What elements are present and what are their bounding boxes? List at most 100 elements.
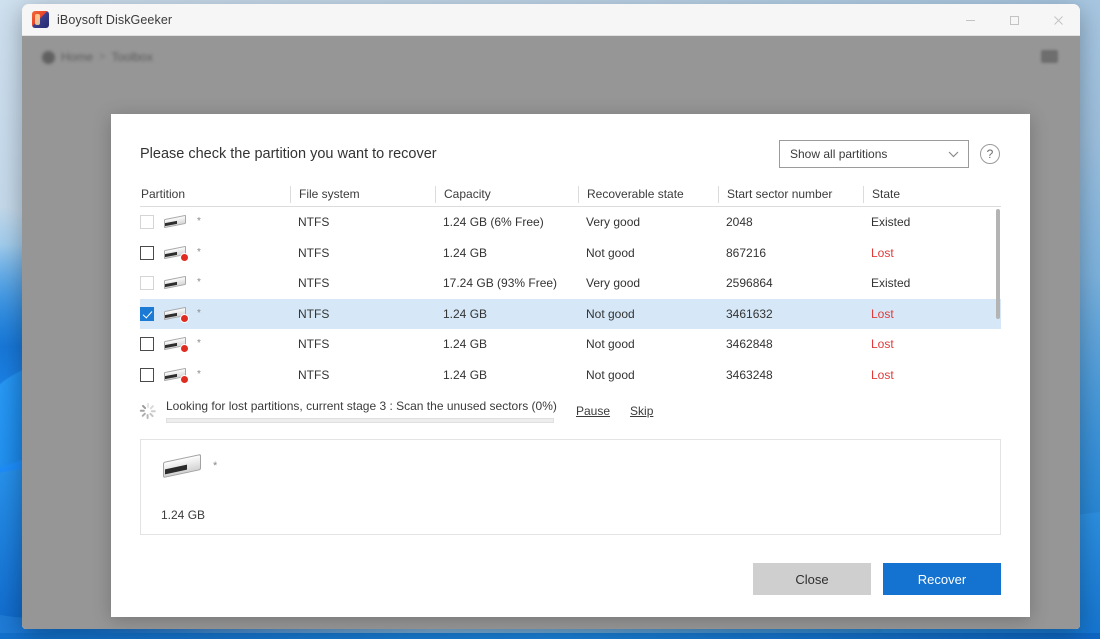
progress-bar-track <box>166 418 554 423</box>
title-bar: iBoysoft DiskGeeker <box>22 4 1080 36</box>
partition-label: * <box>197 338 201 350</box>
column-header-file-system[interactable]: File system <box>290 185 435 203</box>
error-badge-icon <box>180 374 189 384</box>
file-system-cell: NTFS <box>298 367 330 382</box>
capacity-cell: 1.24 GB <box>443 337 488 352</box>
row-checkbox[interactable] <box>140 337 154 352</box>
scan-status-row: Looking for lost partitions, current sta… <box>111 387 1030 423</box>
row-checkbox[interactable] <box>140 367 154 382</box>
window-controls <box>948 4 1080 36</box>
table-row[interactable]: * NTFS 1.24 GB Not good 3462848 Lost <box>140 329 1001 360</box>
table-row[interactable]: * NTFS 1.24 GB Not good 3463248 Lost <box>140 360 1001 388</box>
partition-cell: * <box>140 245 290 262</box>
start-sector-cell: 2048 <box>726 215 753 230</box>
minimize-icon[interactable] <box>948 4 992 36</box>
detail-header: * <box>161 453 1000 482</box>
table-row[interactable]: * NTFS 1.24 GB (6% Free) Very good 2048 Exist… <box>140 207 1001 238</box>
column-header-recoverable-state[interactable]: Recoverable state <box>578 185 718 203</box>
maximize-icon[interactable] <box>992 4 1036 36</box>
taskbar-strip <box>0 633 1100 639</box>
error-badge-icon <box>180 313 189 323</box>
help-icon[interactable]: ? <box>980 144 1000 164</box>
application-body: Home > Toolbox Please check the partitio… <box>22 36 1080 629</box>
column-header-start-sector[interactable]: Start sector number <box>718 185 863 203</box>
disk-icon <box>163 336 191 354</box>
scrollbar-thumb[interactable] <box>996 209 1000 319</box>
scan-progress: Looking for lost partitions, current sta… <box>166 399 557 423</box>
start-sector-cell: 3461632 <box>726 306 773 321</box>
capacity-cell: 1.24 GB (6% Free) <box>443 215 544 230</box>
disk-icon <box>163 367 191 384</box>
scan-status-text: Looking for lost partitions, current sta… <box>166 399 557 413</box>
start-sector-cell: 3462848 <box>726 337 773 352</box>
error-badge-icon <box>180 252 189 262</box>
state-cell: Lost <box>871 367 894 382</box>
error-badge-icon <box>180 344 189 354</box>
pause-button[interactable]: Pause <box>576 404 610 418</box>
capacity-cell: 17.24 GB (93% Free) <box>443 276 558 291</box>
disk-icon <box>163 306 191 323</box>
partition-filter-value: Show all partitions <box>790 147 888 161</box>
iboysoft-logo-icon <box>32 11 49 28</box>
state-cell: Existed <box>871 276 911 291</box>
start-sector-cell: 3463248 <box>726 367 773 382</box>
start-sector-cell: 2596864 <box>726 276 773 291</box>
dialog-header-controls: Show all partitions ? <box>779 140 1000 168</box>
disk-icon <box>163 214 191 230</box>
close-button[interactable]: Close <box>753 563 871 595</box>
table-row[interactable]: * NTFS 1.24 GB Not good 3461632 Lost <box>140 298 1001 329</box>
state-cell: Lost <box>871 245 894 260</box>
row-checkbox[interactable] <box>140 215 154 230</box>
recoverable-state-cell: Not good <box>586 306 635 321</box>
skip-button[interactable]: Skip <box>630 404 653 418</box>
partition-filter-select[interactable]: Show all partitions <box>779 140 969 168</box>
application-window: iBoysoft DiskGeeker Home > Toolbox <box>22 4 1080 629</box>
partition-cell: * <box>140 214 290 230</box>
table-header-row: Partition File system Capacity Recoverab… <box>140 182 1001 207</box>
detail-partition-size: 1.24 GB <box>161 508 206 522</box>
app-title: iBoysoft DiskGeeker <box>57 12 173 27</box>
row-checkbox[interactable] <box>140 245 154 260</box>
file-system-cell: NTFS <box>298 337 330 352</box>
disk-icon <box>163 245 191 262</box>
capacity-cell: 1.24 GB <box>443 367 488 382</box>
file-system-cell: NTFS <box>298 215 330 230</box>
table-row[interactable]: * NTFS 1.24 GB Not good 867216 Lost <box>140 238 1001 269</box>
column-header-state[interactable]: State <box>863 185 983 203</box>
file-system-cell: NTFS <box>298 276 330 291</box>
partition-label: * <box>197 307 201 319</box>
recoverable-state-cell: Not good <box>586 337 635 352</box>
table-body: * NTFS 1.24 GB (6% Free) Very good 2048 Exist… <box>140 207 1001 387</box>
state-cell: Lost <box>871 306 894 321</box>
partition-detail-panel: * 1.24 GB <box>140 439 1001 535</box>
state-cell: Existed <box>871 215 911 230</box>
column-header-capacity[interactable]: Capacity <box>435 185 578 203</box>
capacity-cell: 1.24 GB <box>443 245 488 260</box>
disk-icon <box>163 275 191 291</box>
partition-label: * <box>197 368 201 380</box>
column-header-partition[interactable]: Partition <box>140 186 290 203</box>
close-icon[interactable] <box>1036 4 1080 36</box>
dialog-title: Please check the partition you want to r… <box>140 146 437 162</box>
recoverable-state-cell: Not good <box>586 245 635 260</box>
row-checkbox[interactable] <box>140 306 154 321</box>
table-row[interactable]: * NTFS 17.24 GB (93% Free) Very good 2596864… <box>140 268 1001 299</box>
partition-cell: * <box>140 367 290 384</box>
partition-table: Partition File system Capacity Recoverab… <box>111 182 1030 387</box>
partition-cell: * <box>140 336 290 354</box>
recover-button[interactable]: Recover <box>883 563 1001 595</box>
table-scrollbar[interactable] <box>995 207 1001 387</box>
partition-label: * <box>197 216 201 228</box>
partition-cell: * <box>140 306 290 323</box>
dialog-header: Please check the partition you want to r… <box>111 114 1030 182</box>
capacity-cell: 1.24 GB <box>443 306 488 321</box>
recoverable-state-cell: Not good <box>586 367 635 382</box>
partition-label: * <box>197 277 201 289</box>
partition-label: * <box>197 246 201 258</box>
row-checkbox[interactable] <box>140 276 154 291</box>
file-system-cell: NTFS <box>298 245 330 260</box>
disk-icon <box>161 453 207 482</box>
loading-spinner-icon <box>139 403 156 419</box>
recover-partition-dialog: Please check the partition you want to r… <box>111 114 1030 617</box>
file-system-cell: NTFS <box>298 306 330 321</box>
